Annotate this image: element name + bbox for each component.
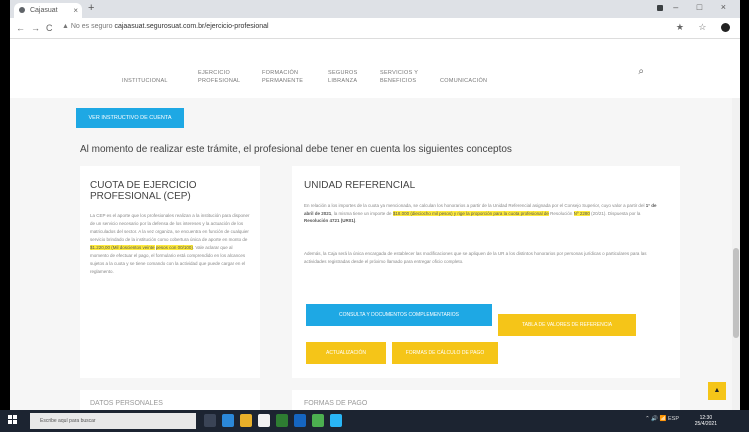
profile-avatar[interactable] (721, 23, 730, 33)
unidad-title: UNIDAD REFERENCIAL (304, 180, 416, 191)
back-to-top-button[interactable]: ▲ (708, 382, 726, 400)
clock-date: 25/4/2021 (694, 421, 717, 427)
security-indicator[interactable]: ▲ No es seguro (62, 23, 113, 30)
taskbar-clock[interactable]: 12:30 25/4/2021 (695, 415, 717, 427)
datos-title: DATOS PERSONALES (90, 400, 163, 407)
file-explorer-icon[interactable] (240, 414, 252, 427)
cuota-highlight-2: pesos con 00/100) (155, 245, 193, 250)
windows-taskbar: Escribe aquí para buscar ⌃ 🔊 📶 ESP 12:30… (0, 410, 749, 432)
taskbar-search-input[interactable]: Escribe aquí para buscar (30, 413, 196, 429)
nav-item-seguros[interactable]: SEGUROS LIBRANZA (328, 69, 364, 85)
windows-start-icon[interactable] (8, 415, 18, 425)
nav-item-ejercicio[interactable]: EJERCICIO PROFESIONAL (198, 69, 244, 85)
browser-window: Cajasuat × + – □ × ←→C ▲ No es seguro ca… (10, 0, 740, 410)
window-controls[interactable]: – □ × (657, 2, 734, 12)
cuota-card: CUOTA DE EJERCICIO PROFESIONAL (CEP) La … (80, 166, 260, 378)
site-navigation: INSTITUCIONAL EJERCICIO PROFESIONAL FORM… (10, 39, 740, 100)
actualizacion-button[interactable]: ACTUALIZACIÓN (306, 342, 386, 364)
tab-title: Cajasuat (29, 7, 58, 14)
unidad-text-1: En relación a los importes de la cuota y… (304, 202, 664, 225)
browser-tools[interactable]: ★ ☆ (676, 22, 730, 33)
word-icon[interactable] (294, 414, 306, 427)
favicon-icon (19, 7, 25, 14)
nav-item-formacion[interactable]: FORMACIÓN PERMANENTE (262, 69, 308, 85)
task-view-icon[interactable] (204, 414, 216, 427)
scrollbar-thumb[interactable] (733, 248, 739, 338)
unidad-p1-b: , la misma tiene un importe de (331, 210, 393, 216)
url-text: cajaasuat.segurosuat.com.br/ejercicio-pr… (114, 23, 269, 30)
unidad-text-2: Además, la Caja será la única encargada … (304, 251, 647, 264)
taskbar-search-placeholder: Escribe aquí para buscar (40, 418, 96, 424)
tabla-valores-button[interactable]: TABLA DE VALORES DE REFERENCIA (498, 314, 636, 336)
cuota-text: La CEP es el aporte que los profesionale… (90, 212, 250, 276)
new-tab-button[interactable]: + (88, 2, 94, 14)
nav-item-institucional[interactable]: INSTITUCIONAL (122, 77, 168, 85)
intro-text: Al momento de realizar este trámite, el … (80, 144, 512, 155)
unidad-resolution: Resolución 4721 (UR01) (304, 218, 356, 223)
consulta-documentos-button[interactable]: CONSULTA Y DOCUMENTOS COMPLEMENTARIOS (306, 304, 492, 326)
unidad-highlight-2: Nº 2280 (573, 210, 590, 216)
tab-close-icon[interactable]: × (73, 3, 78, 18)
unidad-p1-a: En relación a los importes de la cuota y… (304, 203, 646, 208)
formas-calculo-button[interactable]: FORMAS DE CÁLCULO DE PAGO (392, 342, 498, 364)
cuota-text-a: La CEP es el aporte que los profesionale… (90, 213, 250, 242)
app-icon[interactable] (330, 414, 342, 427)
bookmark-icon[interactable]: ★ ☆ (676, 22, 713, 32)
unidad-p1-c: Resolución (548, 210, 574, 216)
edge-icon[interactable] (222, 414, 234, 427)
cuota-highlight-1: $1.220,00 (Mil doscientos veinte (90, 245, 155, 250)
url-field[interactable]: ▲ No es seguro cajaasuat.segurosuat.com.… (62, 23, 652, 30)
excel-icon[interactable] (276, 414, 288, 427)
unidad-card: UNIDAD REFERENCIAL En relación a los imp… (292, 166, 680, 378)
datos-card: DATOS PERSONALES (80, 390, 260, 410)
system-tray[interactable]: ⌃ 🔊 📶 ESP (645, 416, 679, 422)
unidad-p1-e: . (355, 218, 357, 223)
chrome-icon[interactable] (312, 414, 324, 427)
unidad-p1-d: (20/21). Dispuesta por la (589, 210, 641, 216)
unidad-highlight: $18.000 (dieciocho mil pesos) y rige la … (392, 210, 549, 216)
page-content: VER INSTRUCTIVO DE CUENTA Al momento de … (10, 98, 740, 410)
address-bar: ←→C ▲ No es seguro cajaasuat.segurosuat.… (10, 18, 740, 39)
instructivo-button[interactable]: VER INSTRUCTIVO DE CUENTA (76, 108, 184, 128)
pago-title: FORMAS DE PAGO (304, 400, 368, 407)
search-icon[interactable]: ⌕ (638, 66, 644, 77)
tab-bar: Cajasuat × + – □ × (10, 0, 740, 18)
store-icon[interactable] (258, 414, 270, 427)
nav-item-servicios[interactable]: SERVICIOS Y BENEFICIOS (380, 69, 424, 85)
cuota-title: CUOTA DE EJERCICIO PROFESIONAL (CEP) (90, 180, 197, 202)
browser-tab[interactable]: Cajasuat × (14, 3, 82, 18)
nav-buttons[interactable]: ←→C (16, 23, 59, 33)
extension-icon[interactable] (657, 4, 664, 11)
pago-card: FORMAS DE PAGO (292, 390, 680, 410)
scrollbar[interactable] (732, 98, 740, 410)
window-control-buttons[interactable]: – □ × (673, 2, 734, 12)
nav-item-comunicacion[interactable]: COMUNICACIÓN (440, 77, 487, 85)
